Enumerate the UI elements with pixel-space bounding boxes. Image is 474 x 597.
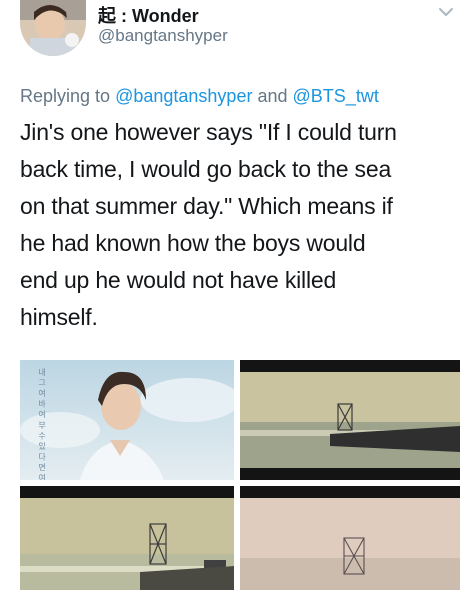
media-image-sea-2[interactable] [20,486,234,590]
tweet-line: end up he would not have killed [20,267,337,293]
mention-link[interactable]: @BTS_twt [293,86,379,106]
media-grid: 내 그 여 바 여 부 수 있 다 면 여 름 날 [20,360,460,593]
reply-context: Replying to @bangtanshyper and @BTS_twt [20,86,379,107]
tweet-line: he had known how the boys would [20,230,366,256]
tweet-line: on that summer day." Which means if [20,193,393,219]
tweet-line: back time, I would go back to the sea [20,156,392,182]
media-image-poster[interactable]: 내 그 여 바 여 부 수 있 다 면 여 름 날 [20,360,234,480]
reply-prefix: Replying to [20,86,111,106]
tweet-text: Jin's one however says "If I could turn … [20,114,460,336]
media-image-sea-3[interactable] [240,486,460,590]
avatar[interactable] [20,0,86,56]
mention-link[interactable]: @bangtanshyper [115,86,252,106]
tweet-line: Jin's one however says "If I could turn [20,119,397,145]
author-display-name[interactable]: 起 : Wonder [98,2,199,28]
chevron-down-icon[interactable] [436,4,456,20]
media-image-sea-1[interactable] [240,360,460,480]
tweet-line: himself. [20,304,98,330]
reply-connector: and [257,86,288,106]
author-handle[interactable]: @bangtanshyper [98,26,228,46]
poster-vertical-text: 내 그 여 바 여 부 수 있 다 면 여 름 날 [37,368,46,480]
